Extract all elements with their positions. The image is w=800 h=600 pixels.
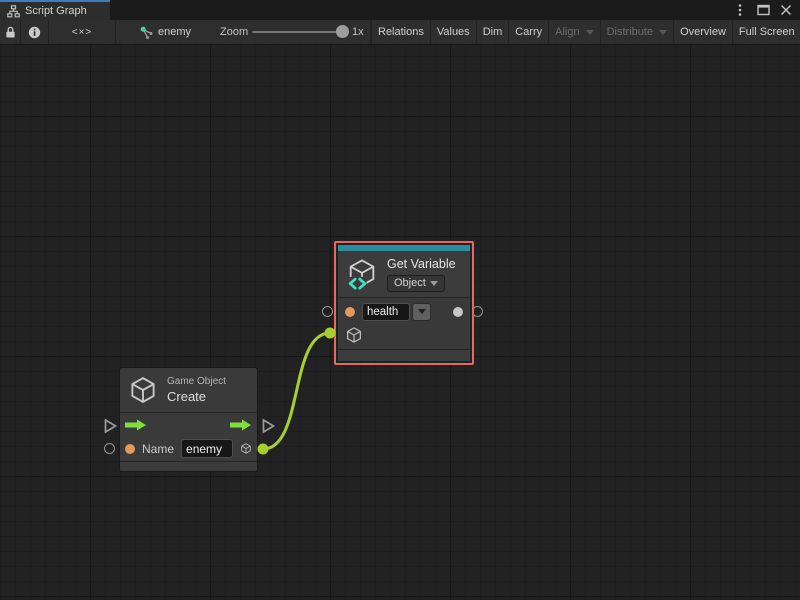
variable-name-row	[338, 298, 470, 325]
breadcrumb[interactable]: enemy	[158, 20, 191, 44]
create-flow-row	[120, 413, 257, 436]
get-variable-node[interactable]: Get Variable Object	[334, 241, 474, 365]
graph-canvas[interactable]: Game Object Create Name	[0, 45, 800, 600]
object-input-port[interactable]	[345, 326, 363, 344]
lock-button[interactable]	[0, 20, 20, 44]
maximize-button[interactable]	[756, 2, 770, 18]
lock-icon	[5, 26, 16, 39]
tab-bar: Script Graph	[0, 0, 800, 20]
create-node-footer	[120, 461, 257, 471]
flow-input-port-external[interactable]	[103, 418, 118, 434]
tab-title: Script Graph	[25, 5, 87, 17]
toolbar-button-overview[interactable]: Overview	[673, 20, 732, 44]
zoom-slider[interactable]	[252, 31, 342, 33]
value-output-port[interactable]	[453, 307, 463, 317]
menu-button[interactable]	[733, 2, 747, 18]
flow-input-port[interactable]	[125, 419, 147, 431]
object-input-row	[338, 325, 470, 349]
zoom-slider-handle[interactable]	[336, 25, 349, 38]
variable-name-port[interactable]	[345, 307, 355, 317]
toolbar-button-relations[interactable]: Relations	[371, 20, 430, 44]
name-port-label: Name	[142, 442, 174, 456]
get-variable-footer	[338, 349, 470, 361]
info-icon	[28, 26, 41, 39]
node-title: Get Variable	[387, 257, 456, 271]
toolbar-button-align[interactable]: Align	[548, 20, 599, 44]
zoom-value: 1x	[352, 20, 364, 44]
variable-scope-dropdown[interactable]: Object	[387, 275, 445, 292]
node-title: Create	[167, 389, 226, 404]
graph-breadcrumb-icon	[139, 25, 154, 40]
create-node-header: Game Object Create	[120, 368, 257, 412]
cube-icon	[128, 375, 158, 405]
object-input-port-connected[interactable]	[325, 328, 336, 339]
zoom-label: Zoom	[220, 20, 248, 44]
gameobject-output-port-connected[interactable]	[258, 444, 269, 455]
chevron-down-icon	[586, 30, 594, 35]
toolbar-button-values[interactable]: Values	[430, 20, 476, 44]
variable-name-dropdown-button[interactable]	[412, 303, 431, 321]
toolbar-button-dim[interactable]: Dim	[476, 20, 509, 44]
get-variable-body	[338, 298, 470, 349]
variable-name-port-external[interactable]	[322, 306, 333, 317]
toolbar-button-distribute[interactable]: Distribute	[600, 20, 673, 44]
chevron-down-icon	[430, 281, 438, 286]
gameobject-output-port[interactable]	[240, 440, 252, 457]
flow-output-port-external[interactable]	[261, 418, 276, 434]
name-input-port-external[interactable]	[104, 443, 115, 454]
create-name-row: Name	[120, 436, 257, 461]
toolbar-button-carry[interactable]: Carry	[508, 20, 548, 44]
tab-script-graph[interactable]: Script Graph	[0, 0, 110, 20]
close-icon	[780, 4, 792, 16]
flow-output-port[interactable]	[230, 419, 252, 431]
toolbar-button-fullscreen[interactable]: Full Screen	[732, 20, 800, 44]
chevron-down-icon	[659, 30, 667, 35]
create-node[interactable]: Game Object Create Name	[120, 368, 257, 471]
chevron-down-icon	[418, 309, 426, 314]
code-button[interactable]: <×>	[49, 20, 115, 44]
close-button[interactable]	[779, 2, 793, 18]
code-angle-icon: <×>	[72, 27, 93, 38]
script-graph-icon	[7, 5, 20, 18]
get-variable-header: Get Variable Object	[338, 251, 470, 297]
window-controls	[733, 0, 793, 20]
menu-icon	[738, 3, 742, 17]
script-graph-window: Script Graph	[0, 0, 800, 600]
maximize-icon	[757, 4, 770, 16]
toolbar: <×> enemy Zoom 1x Relations Values Dim C…	[0, 20, 800, 45]
toolbar-button-group: Relations Values Dim Carry Align Distrib…	[371, 20, 800, 44]
variable-cube-code-icon	[345, 257, 379, 291]
name-input[interactable]	[181, 439, 233, 458]
info-button[interactable]	[21, 20, 48, 44]
name-input-port[interactable]	[125, 444, 135, 454]
node-category: Game Object	[167, 376, 226, 387]
variable-name-input[interactable]	[362, 303, 410, 321]
